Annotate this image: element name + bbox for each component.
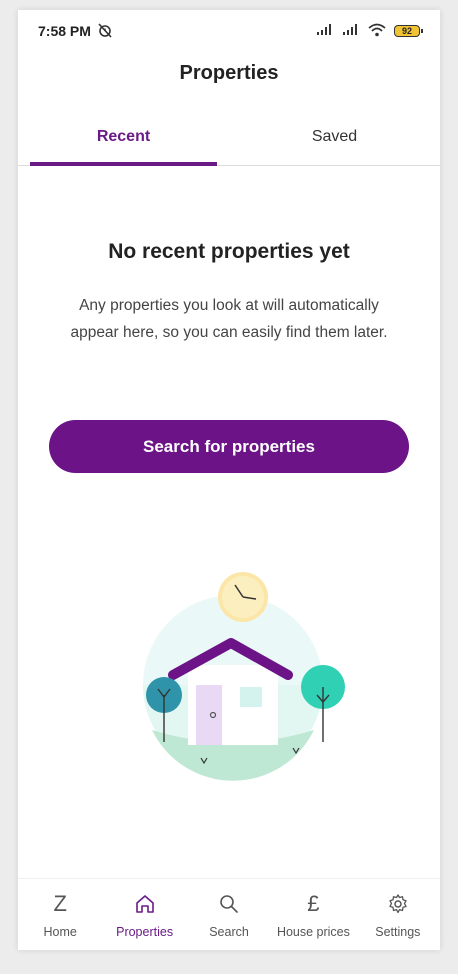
nav-properties[interactable]: Properties bbox=[102, 879, 186, 950]
status-bar: 7:58 PM 92 bbox=[18, 10, 440, 52]
nav-house-prices[interactable]: £ House prices bbox=[271, 879, 355, 950]
signal-icon bbox=[316, 23, 334, 39]
status-time: 7:58 PM bbox=[38, 23, 91, 39]
nav-house-prices-label: House prices bbox=[276, 925, 350, 939]
empty-state-title: No recent properties yet bbox=[108, 240, 350, 263]
nav-search-label: Search bbox=[209, 925, 249, 939]
nav-home-label: Home bbox=[43, 925, 77, 939]
gear-icon bbox=[387, 889, 409, 919]
alarm-off-icon bbox=[97, 22, 113, 41]
nav-settings-label: Settings bbox=[375, 925, 421, 939]
empty-state-illustration bbox=[118, 555, 348, 790]
tab-bar: Recent Saved bbox=[18, 116, 440, 166]
page-title: Properties bbox=[179, 62, 279, 84]
wifi-icon bbox=[368, 23, 386, 40]
nav-search[interactable]: Search bbox=[187, 879, 271, 950]
nav-home[interactable]: Z Home bbox=[18, 879, 102, 950]
battery-icon: 92 bbox=[394, 25, 423, 37]
z-logo-icon: Z bbox=[53, 891, 67, 916]
search-for-properties-button[interactable]: Search for properties bbox=[49, 420, 409, 473]
nav-settings[interactable]: Settings bbox=[356, 879, 440, 950]
pound-icon: £ bbox=[307, 891, 320, 916]
app-screen: 7:58 PM 92 Properties Recent Saved No re… bbox=[18, 10, 440, 950]
house-icon bbox=[134, 889, 156, 919]
signal-icon-2 bbox=[342, 23, 360, 39]
empty-state-text: Any properties you look at will automati… bbox=[70, 297, 388, 341]
nav-properties-label: Properties bbox=[116, 925, 174, 939]
search-icon bbox=[218, 889, 240, 919]
tab-saved[interactable]: Saved bbox=[229, 116, 440, 165]
tab-recent[interactable]: Recent bbox=[18, 116, 229, 166]
bottom-navigation: Z Home Properties Search £ House prices … bbox=[18, 878, 440, 950]
